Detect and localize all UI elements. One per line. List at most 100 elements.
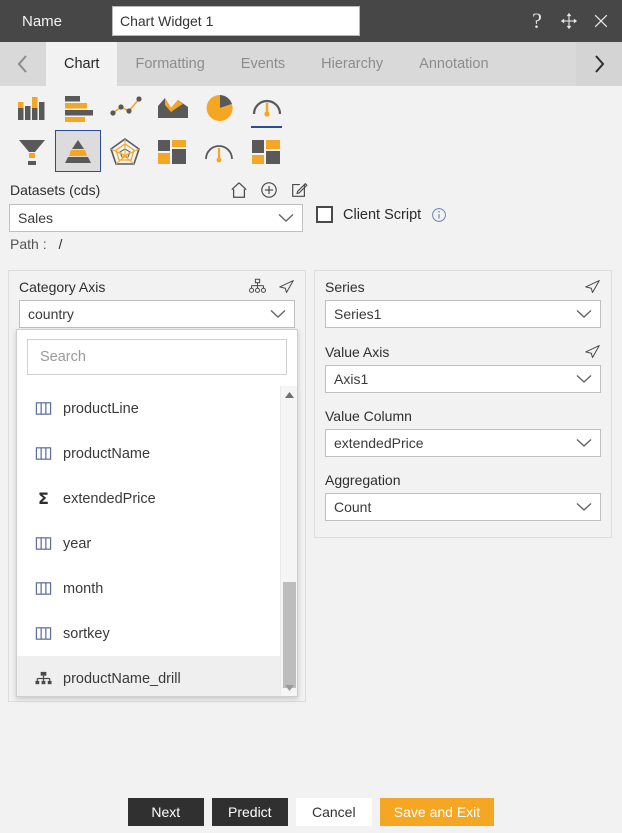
list-item[interactable]: productLine [17, 386, 297, 431]
home-icon[interactable] [230, 181, 248, 199]
gauge-chart-icon[interactable] [243, 86, 290, 130]
chart-type-row-2 [8, 130, 289, 174]
info-icon[interactable] [431, 207, 447, 223]
chart-type-row-1 [8, 86, 290, 130]
chevron-down-icon [278, 213, 294, 222]
scrollbar-thumb[interactable] [283, 582, 296, 688]
radar-chart-glyph [109, 138, 140, 165]
send-icon[interactable] [278, 278, 295, 295]
tab-hierarchy[interactable]: Hierarchy [303, 42, 401, 86]
value-column-label-row: Value Column [325, 401, 601, 429]
value-axis-field: Value Axis Axis1 [315, 336, 611, 393]
next-button[interactable]: Next [127, 797, 204, 826]
scroll-up-arrow-icon[interactable] [281, 386, 298, 403]
list-item[interactable]: productName [17, 431, 297, 476]
edit-icon[interactable] [290, 181, 308, 199]
series-label-row: Series [325, 271, 601, 300]
dataset-select[interactable]: Sales [9, 204, 303, 232]
bar-chart-glyph [64, 96, 93, 122]
aggregation-field: Aggregation Count [315, 465, 611, 521]
datasets-actions [230, 181, 308, 199]
close-icon[interactable] [592, 12, 610, 30]
dropdown-scrollbar[interactable] [280, 386, 297, 696]
list-item-label: year [63, 535, 92, 552]
series-value: Series1 [334, 306, 382, 322]
list-item[interactable]: sortkey [17, 611, 297, 656]
pie-chart-icon[interactable] [196, 86, 243, 130]
category-axis-label-row: Category Axis [19, 271, 295, 300]
value-column-select[interactable]: extendedPrice [325, 429, 601, 457]
tabs-scroll-left-button[interactable] [0, 42, 46, 86]
client-script-checkbox[interactable] [316, 206, 333, 223]
send-icon[interactable] [584, 278, 601, 295]
category-axis-value: country [28, 306, 74, 322]
predict-button[interactable]: Predict [211, 797, 288, 826]
treemap-chart-glyph [157, 140, 186, 164]
scroll-down-arrow-icon[interactable] [281, 679, 298, 696]
chevron-down-icon [576, 374, 592, 383]
bar-chart-icon[interactable] [55, 86, 102, 130]
series-select[interactable]: Series1 [325, 300, 601, 328]
path-label: Path : [10, 236, 47, 252]
value-axis-select[interactable]: Axis1 [325, 365, 601, 393]
column-field-icon [35, 402, 52, 415]
list-item[interactable]: year [17, 521, 297, 566]
pie-chart-glyph [206, 94, 233, 121]
tab-events[interactable]: Events [223, 42, 303, 86]
tile-chart-icon[interactable] [242, 130, 289, 174]
save-and-exit-button[interactable]: Save and Exit [379, 797, 495, 826]
series-label: Series [325, 278, 365, 295]
area-chart-icon[interactable] [149, 86, 196, 130]
dropdown-option-list: productLine productName Σ extendedPrice [17, 386, 297, 696]
tab-formatting[interactable]: Formatting [117, 42, 222, 86]
send-icon[interactable] [584, 343, 601, 360]
measure-sigma-icon: Σ [38, 489, 49, 508]
path-value: / [58, 236, 63, 252]
tab-label: Events [240, 56, 286, 72]
treemap-chart-icon[interactable] [148, 130, 195, 174]
tab-annotation[interactable]: Annotation [401, 42, 506, 86]
column-field-icon [35, 447, 52, 460]
dial-gauge-glyph [204, 145, 233, 163]
aggregation-select[interactable]: Count [325, 493, 601, 521]
category-axis-select[interactable]: country [19, 300, 295, 328]
chart-type-picker [0, 86, 622, 180]
widget-name-input[interactable] [112, 6, 360, 36]
list-item-label: extendedPrice [63, 490, 156, 507]
column-field-icon [35, 582, 52, 595]
client-script-toggle[interactable]: Client Script [316, 206, 447, 223]
datasets-section: Datasets (cds) Sales Path : / Client Scr… [0, 182, 622, 262]
cancel-button[interactable]: Cancel [295, 797, 372, 826]
list-item[interactable]: Σ extendedPrice [17, 476, 297, 521]
tab-chart[interactable]: Chart [46, 42, 118, 86]
chevron-left-icon [17, 55, 27, 73]
category-axis-dropdown: productLine productName Σ extendedPrice [16, 329, 298, 697]
list-item-label: sortkey [63, 625, 110, 642]
radar-chart-icon[interactable] [101, 130, 148, 174]
tab-bar: Chart Formatting Events Hierarchy Annota… [0, 42, 622, 86]
category-axis-field: Category Axis country [9, 271, 305, 328]
tabs-scroll-right-button[interactable] [576, 42, 622, 86]
hierarchy-icon[interactable] [249, 278, 266, 295]
move-icon[interactable] [560, 12, 578, 30]
tab-label: Hierarchy [321, 56, 384, 72]
dial-gauge-chart-icon[interactable] [195, 130, 242, 174]
aggregation-value: Count [334, 499, 372, 515]
dropdown-search-input[interactable] [27, 339, 287, 375]
value-axis-label: Value Axis [325, 343, 390, 360]
value-column-field: Value Column extendedPrice [315, 401, 611, 457]
help-icon[interactable]: ? [528, 10, 546, 32]
line-scatter-chart-icon[interactable] [102, 86, 149, 130]
dataset-select-value: Sales [18, 210, 54, 226]
value-axis-value: Axis1 [334, 371, 369, 387]
column-field-icon [35, 537, 52, 550]
area-chart-glyph [157, 98, 188, 118]
name-label: Name [22, 12, 63, 30]
column-chart-icon[interactable] [8, 86, 55, 130]
list-item[interactable]: productName_drill [17, 656, 297, 696]
funnel-chart-icon[interactable] [8, 130, 55, 174]
add-circle-icon[interactable] [260, 181, 278, 199]
pyramid-chart-icon[interactable] [55, 130, 101, 172]
dialog-footer: Next Predict Cancel Save and Exit [0, 790, 622, 833]
list-item[interactable]: month [17, 566, 297, 611]
